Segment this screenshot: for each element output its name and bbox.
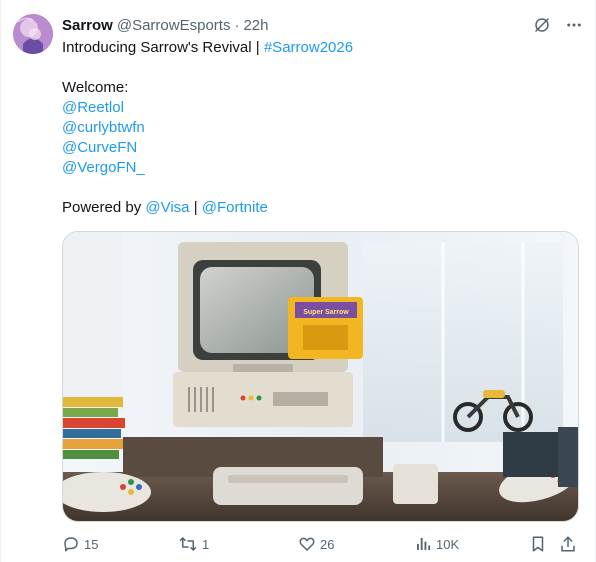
cartridge-label: Super Sarrow bbox=[303, 309, 349, 316]
timestamp[interactable]: 22h bbox=[243, 17, 268, 34]
intro-line: Introducing Sarrow's Revival | #Sarrow20… bbox=[62, 38, 581, 58]
mention-link[interactable]: @CurveFN bbox=[62, 138, 581, 158]
author-name[interactable]: Sarrow bbox=[62, 17, 113, 34]
repost-button[interactable]: 1 bbox=[178, 533, 209, 555]
like-count: 26 bbox=[320, 536, 335, 552]
mention-link[interactable]: @Reetlol bbox=[62, 98, 581, 118]
tweet-image[interactable]: Super Sarrow bbox=[62, 231, 579, 522]
bookmark-icon bbox=[529, 535, 547, 553]
avatar[interactable] bbox=[13, 14, 53, 54]
share-icon bbox=[559, 535, 577, 553]
powered-by-line: Powered by @Visa | @Fortnite bbox=[62, 198, 581, 218]
author-handle[interactable]: @SarrowEsports bbox=[117, 17, 231, 34]
reply-button[interactable]: 15 bbox=[62, 533, 98, 555]
tweet-header: Sarrow @SarrowEsports · 22h bbox=[62, 15, 583, 35]
powered-by-label: Powered by bbox=[62, 199, 146, 216]
more-icon[interactable] bbox=[563, 14, 585, 36]
views-button[interactable]: 10K bbox=[414, 533, 459, 555]
grok-icon[interactable] bbox=[531, 14, 553, 36]
mention-link[interactable]: @VergoFN_ bbox=[62, 158, 581, 178]
sponsor-separator: | bbox=[189, 199, 202, 216]
reply-count: 15 bbox=[84, 536, 99, 552]
tweet-actions: 15 1 26 10K bbox=[62, 533, 581, 555]
views-count: 10K bbox=[436, 536, 460, 552]
like-button[interactable]: 26 bbox=[298, 533, 334, 555]
sponsor-link-visa[interactable]: @Visa bbox=[145, 199, 189, 216]
tweet-text: Introducing Sarrow's Revival | #Sarrow20… bbox=[62, 38, 581, 218]
heart-icon bbox=[298, 535, 316, 553]
header-actions bbox=[531, 14, 585, 36]
views-icon bbox=[414, 535, 432, 553]
tweet-card[interactable]: Sarrow @SarrowEsports · 22h Introducing … bbox=[0, 0, 596, 562]
mention-link[interactable]: @curlybtwfn bbox=[62, 118, 581, 138]
bookmark-button[interactable] bbox=[529, 533, 547, 555]
reply-icon bbox=[62, 535, 80, 553]
share-button[interactable] bbox=[559, 533, 577, 555]
separator-dot: · bbox=[234, 16, 240, 34]
intro-text: Introducing Sarrow's Revival | bbox=[62, 39, 264, 56]
welcome-label: Welcome: bbox=[62, 79, 129, 96]
repost-icon bbox=[178, 535, 198, 553]
repost-count: 1 bbox=[202, 536, 210, 552]
sponsor-link-fortnite[interactable]: @Fortnite bbox=[202, 199, 268, 216]
hashtag-link[interactable]: #Sarrow2026 bbox=[264, 39, 353, 56]
